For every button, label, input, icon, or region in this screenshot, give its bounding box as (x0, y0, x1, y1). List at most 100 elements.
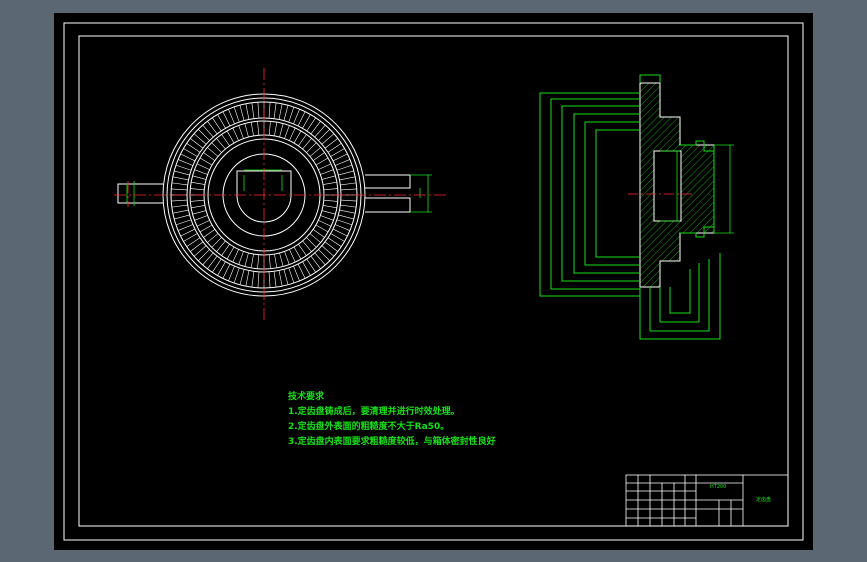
tooth-line (228, 108, 235, 124)
tooth-line (273, 102, 277, 119)
tooth-line (302, 114, 311, 129)
tooth-line (196, 163, 210, 170)
tooth-line (190, 199, 205, 202)
tooth-line (175, 164, 192, 171)
tooth-line (257, 102, 260, 119)
tooth-line (339, 209, 356, 214)
tooth-line (320, 169, 334, 175)
tooth-line (323, 188, 338, 191)
tooth-line (332, 153, 348, 162)
tooth-line (171, 182, 188, 186)
tooth-line (340, 199, 357, 202)
section-view (539, 74, 734, 340)
tooth-line (221, 243, 230, 256)
tooth-line (226, 130, 235, 144)
tooth-line (336, 164, 353, 171)
tooth-line (297, 263, 306, 279)
tooth-line (274, 122, 278, 136)
tooth-line (289, 249, 296, 263)
tooth-line (207, 233, 219, 243)
tooth-line (251, 102, 255, 119)
inner-frame (78, 35, 789, 527)
tooth-line (222, 111, 231, 127)
tooth-line (174, 170, 190, 176)
tooth-line (338, 214, 354, 220)
tooth-line (190, 188, 205, 191)
tooth-line (293, 108, 300, 124)
tooth-line (171, 204, 188, 208)
tooth-line (320, 215, 334, 221)
tooth-line (217, 261, 226, 276)
tooth-line (288, 106, 295, 123)
tooth-line (244, 252, 249, 267)
tooth-line (279, 123, 284, 138)
front-view-center-lines (114, 68, 446, 321)
tooth-line (257, 271, 260, 288)
tooth-line (297, 111, 306, 127)
left-lug (117, 183, 163, 204)
tooth-line (335, 159, 351, 166)
tooth-line (315, 224, 329, 233)
tooth-line (302, 240, 312, 252)
tooth-line (284, 125, 290, 139)
tooth-line (199, 157, 213, 166)
tooth-line (273, 271, 277, 288)
tooth-line (268, 121, 271, 136)
tooth-line (172, 176, 189, 181)
tooth-line (318, 163, 332, 170)
technical-requirements: 技术要求 1.定齿盘铸成后，要清理并进行时效处理。 2.定齿盘外表面的粗糙度不大… (288, 390, 496, 450)
tooth-line (340, 188, 357, 191)
tooth-line (211, 237, 222, 248)
tooth-line (177, 159, 193, 166)
tooth-line (216, 138, 226, 150)
tooth-line (339, 176, 356, 181)
title-block-material: HT200 (710, 484, 727, 490)
tooth-line (293, 130, 302, 144)
tooth-line (232, 249, 239, 263)
right-lug-bottom (365, 197, 411, 213)
tooth-line (191, 205, 205, 209)
tooth-line (268, 102, 271, 119)
requirement-item-2: 2.定齿盘外表面的粗糙度不大于Ra50。 (288, 422, 450, 432)
tooth-line (172, 209, 189, 214)
tooth-line (211, 142, 222, 153)
tooth-line (238, 125, 244, 139)
tooth-line (228, 266, 235, 282)
tooth-line (257, 254, 260, 269)
tooth-line (293, 246, 302, 260)
tooth-line (239, 105, 245, 121)
tooth-line (279, 252, 284, 267)
tooth-line (192, 210, 207, 215)
tooth-line (318, 220, 332, 227)
tooth-line (180, 153, 196, 162)
tooth-line (222, 263, 231, 279)
tooth-line (315, 157, 329, 166)
tooth-line (216, 240, 226, 252)
tooth-line (302, 261, 311, 276)
tooth-line (203, 152, 216, 161)
tooth-line (268, 254, 271, 269)
tooth-line (332, 228, 348, 237)
tooth-line (340, 182, 357, 186)
tooth-line (194, 215, 208, 221)
tooth-line (233, 267, 240, 284)
tooth-line (232, 127, 239, 141)
tooth-line (191, 181, 205, 185)
drawing-viewport[interactable]: 技术要求 1.定齿盘铸成后，要清理并进行时效处理。 2.定齿盘外表面的粗糙度不大… (54, 13, 813, 550)
tooth-line (174, 214, 190, 220)
tooth-line (312, 152, 325, 161)
tooth-line (330, 148, 345, 157)
tooth-line (245, 270, 250, 287)
requirement-item-1: 1.定齿盘铸成后，要清理并进行时效处理。 (288, 407, 460, 417)
tooth-line (180, 228, 196, 237)
tooth-line (203, 229, 216, 238)
tooth-line (340, 204, 357, 208)
tooth-line (171, 188, 188, 191)
outer-frame (63, 22, 804, 541)
tooth-line (257, 121, 260, 136)
tooth-line (171, 199, 188, 202)
tooth-line (251, 271, 255, 288)
tooth-line (323, 205, 337, 209)
tooth-line (278, 270, 283, 287)
tooth-line (321, 210, 336, 215)
